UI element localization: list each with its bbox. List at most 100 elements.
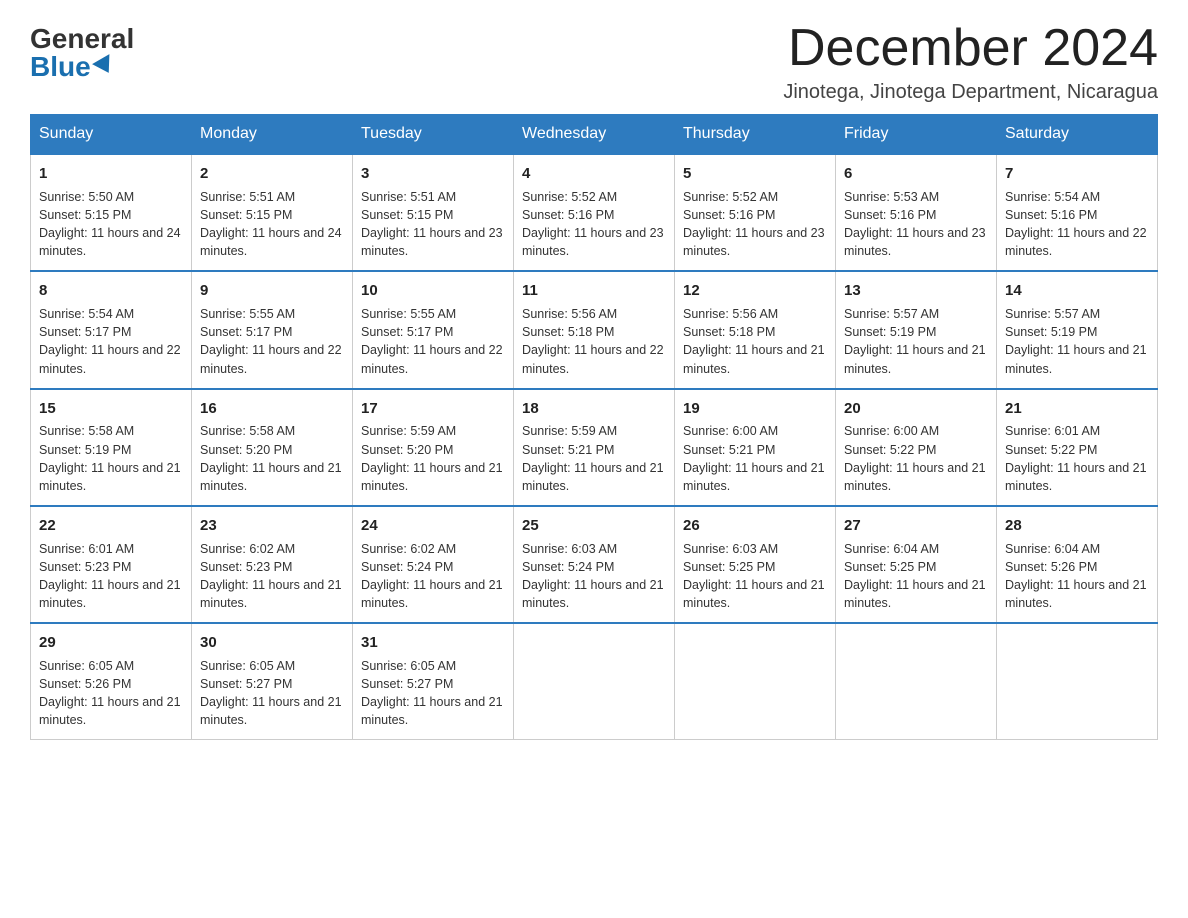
calendar-day-cell: 13 Sunrise: 5:57 AM Sunset: 5:19 PM Dayl… (836, 271, 997, 388)
day-number: 10 (361, 280, 505, 302)
day-number: 11 (522, 280, 666, 302)
day-number: 26 (683, 515, 827, 537)
day-number: 16 (200, 398, 344, 420)
day-info: Sunrise: 5:59 AM Sunset: 5:20 PM Dayligh… (361, 422, 505, 495)
day-info: Sunrise: 6:03 AM Sunset: 5:25 PM Dayligh… (683, 540, 827, 613)
calendar-day-cell: 31 Sunrise: 6:05 AM Sunset: 5:27 PM Dayl… (353, 623, 514, 740)
day-info: Sunrise: 5:52 AM Sunset: 5:16 PM Dayligh… (522, 188, 666, 261)
day-info: Sunrise: 5:56 AM Sunset: 5:18 PM Dayligh… (522, 305, 666, 378)
day-number: 13 (844, 280, 988, 302)
calendar-header-row: SundayMondayTuesdayWednesdayThursdayFrid… (31, 115, 1158, 155)
calendar-day-cell: 3 Sunrise: 5:51 AM Sunset: 5:15 PM Dayli… (353, 154, 514, 271)
header: General Blue December 2024 Jinotega, Jin… (30, 20, 1158, 104)
calendar-day-cell: 14 Sunrise: 5:57 AM Sunset: 5:19 PM Dayl… (997, 271, 1158, 388)
logo: General Blue (30, 20, 134, 81)
calendar-table: SundayMondayTuesdayWednesdayThursdayFrid… (30, 114, 1158, 740)
day-info: Sunrise: 6:02 AM Sunset: 5:24 PM Dayligh… (361, 540, 505, 613)
calendar-day-cell: 23 Sunrise: 6:02 AM Sunset: 5:23 PM Dayl… (192, 506, 353, 623)
day-of-week-header: Monday (192, 115, 353, 155)
day-info: Sunrise: 5:50 AM Sunset: 5:15 PM Dayligh… (39, 188, 183, 261)
calendar-week-row: 15 Sunrise: 5:58 AM Sunset: 5:19 PM Dayl… (31, 389, 1158, 506)
day-number: 19 (683, 398, 827, 420)
day-number: 21 (1005, 398, 1149, 420)
day-of-week-header: Friday (836, 115, 997, 155)
day-number: 29 (39, 632, 183, 654)
location-subtitle: Jinotega, Jinotega Department, Nicaragua (783, 81, 1158, 104)
calendar-day-cell: 12 Sunrise: 5:56 AM Sunset: 5:18 PM Dayl… (675, 271, 836, 388)
day-info: Sunrise: 5:54 AM Sunset: 5:17 PM Dayligh… (39, 305, 183, 378)
calendar-day-cell: 6 Sunrise: 5:53 AM Sunset: 5:16 PM Dayli… (836, 154, 997, 271)
day-info: Sunrise: 5:57 AM Sunset: 5:19 PM Dayligh… (1005, 305, 1149, 378)
day-info: Sunrise: 6:05 AM Sunset: 5:27 PM Dayligh… (361, 657, 505, 730)
calendar-day-cell: 18 Sunrise: 5:59 AM Sunset: 5:21 PM Dayl… (514, 389, 675, 506)
day-number: 20 (844, 398, 988, 420)
day-number: 3 (361, 163, 505, 185)
day-number: 5 (683, 163, 827, 185)
day-number: 25 (522, 515, 666, 537)
day-info: Sunrise: 6:05 AM Sunset: 5:27 PM Dayligh… (200, 657, 344, 730)
day-info: Sunrise: 6:01 AM Sunset: 5:23 PM Dayligh… (39, 540, 183, 613)
day-number: 31 (361, 632, 505, 654)
calendar-week-row: 1 Sunrise: 5:50 AM Sunset: 5:15 PM Dayli… (31, 154, 1158, 271)
day-info: Sunrise: 6:04 AM Sunset: 5:25 PM Dayligh… (844, 540, 988, 613)
calendar-day-cell: 24 Sunrise: 6:02 AM Sunset: 5:24 PM Dayl… (353, 506, 514, 623)
day-number: 14 (1005, 280, 1149, 302)
calendar-day-cell: 10 Sunrise: 5:55 AM Sunset: 5:17 PM Dayl… (353, 271, 514, 388)
calendar-day-cell: 7 Sunrise: 5:54 AM Sunset: 5:16 PM Dayli… (997, 154, 1158, 271)
calendar-day-cell: 19 Sunrise: 6:00 AM Sunset: 5:21 PM Dayl… (675, 389, 836, 506)
day-number: 2 (200, 163, 344, 185)
day-number: 8 (39, 280, 183, 302)
calendar-day-cell: 16 Sunrise: 5:58 AM Sunset: 5:20 PM Dayl… (192, 389, 353, 506)
day-info: Sunrise: 6:05 AM Sunset: 5:26 PM Dayligh… (39, 657, 183, 730)
calendar-day-cell (514, 623, 675, 740)
calendar-day-cell: 9 Sunrise: 5:55 AM Sunset: 5:17 PM Dayli… (192, 271, 353, 388)
calendar-day-cell: 26 Sunrise: 6:03 AM Sunset: 5:25 PM Dayl… (675, 506, 836, 623)
calendar-day-cell: 28 Sunrise: 6:04 AM Sunset: 5:26 PM Dayl… (997, 506, 1158, 623)
logo-general-text: General (30, 25, 134, 53)
day-info: Sunrise: 5:58 AM Sunset: 5:20 PM Dayligh… (200, 422, 344, 495)
day-info: Sunrise: 6:03 AM Sunset: 5:24 PM Dayligh… (522, 540, 666, 613)
day-info: Sunrise: 6:00 AM Sunset: 5:22 PM Dayligh… (844, 422, 988, 495)
calendar-day-cell (836, 623, 997, 740)
day-number: 28 (1005, 515, 1149, 537)
day-info: Sunrise: 5:58 AM Sunset: 5:19 PM Dayligh… (39, 422, 183, 495)
day-number: 9 (200, 280, 344, 302)
calendar-day-cell: 5 Sunrise: 5:52 AM Sunset: 5:16 PM Dayli… (675, 154, 836, 271)
calendar-day-cell (997, 623, 1158, 740)
day-info: Sunrise: 6:04 AM Sunset: 5:26 PM Dayligh… (1005, 540, 1149, 613)
day-number: 17 (361, 398, 505, 420)
calendar-day-cell: 27 Sunrise: 6:04 AM Sunset: 5:25 PM Dayl… (836, 506, 997, 623)
day-info: Sunrise: 6:00 AM Sunset: 5:21 PM Dayligh… (683, 422, 827, 495)
day-number: 22 (39, 515, 183, 537)
calendar-day-cell: 11 Sunrise: 5:56 AM Sunset: 5:18 PM Dayl… (514, 271, 675, 388)
day-info: Sunrise: 5:51 AM Sunset: 5:15 PM Dayligh… (361, 188, 505, 261)
calendar-day-cell: 2 Sunrise: 5:51 AM Sunset: 5:15 PM Dayli… (192, 154, 353, 271)
calendar-day-cell: 22 Sunrise: 6:01 AM Sunset: 5:23 PM Dayl… (31, 506, 192, 623)
day-number: 24 (361, 515, 505, 537)
day-info: Sunrise: 6:01 AM Sunset: 5:22 PM Dayligh… (1005, 422, 1149, 495)
calendar-day-cell: 15 Sunrise: 5:58 AM Sunset: 5:19 PM Dayl… (31, 389, 192, 506)
calendar-week-row: 29 Sunrise: 6:05 AM Sunset: 5:26 PM Dayl… (31, 623, 1158, 740)
logo-triangle-icon (92, 54, 117, 78)
day-info: Sunrise: 5:59 AM Sunset: 5:21 PM Dayligh… (522, 422, 666, 495)
day-info: Sunrise: 5:56 AM Sunset: 5:18 PM Dayligh… (683, 305, 827, 378)
day-info: Sunrise: 5:51 AM Sunset: 5:15 PM Dayligh… (200, 188, 344, 261)
day-info: Sunrise: 5:57 AM Sunset: 5:19 PM Dayligh… (844, 305, 988, 378)
day-info: Sunrise: 5:55 AM Sunset: 5:17 PM Dayligh… (361, 305, 505, 378)
day-number: 6 (844, 163, 988, 185)
day-number: 23 (200, 515, 344, 537)
calendar-day-cell: 20 Sunrise: 6:00 AM Sunset: 5:22 PM Dayl… (836, 389, 997, 506)
calendar-day-cell: 8 Sunrise: 5:54 AM Sunset: 5:17 PM Dayli… (31, 271, 192, 388)
day-number: 15 (39, 398, 183, 420)
day-of-week-header: Saturday (997, 115, 1158, 155)
day-of-week-header: Wednesday (514, 115, 675, 155)
month-title: December 2024 (783, 20, 1158, 77)
calendar-week-row: 22 Sunrise: 6:01 AM Sunset: 5:23 PM Dayl… (31, 506, 1158, 623)
day-info: Sunrise: 5:53 AM Sunset: 5:16 PM Dayligh… (844, 188, 988, 261)
calendar-day-cell (675, 623, 836, 740)
calendar-week-row: 8 Sunrise: 5:54 AM Sunset: 5:17 PM Dayli… (31, 271, 1158, 388)
day-number: 18 (522, 398, 666, 420)
day-number: 12 (683, 280, 827, 302)
day-info: Sunrise: 5:52 AM Sunset: 5:16 PM Dayligh… (683, 188, 827, 261)
day-info: Sunrise: 5:55 AM Sunset: 5:17 PM Dayligh… (200, 305, 344, 378)
